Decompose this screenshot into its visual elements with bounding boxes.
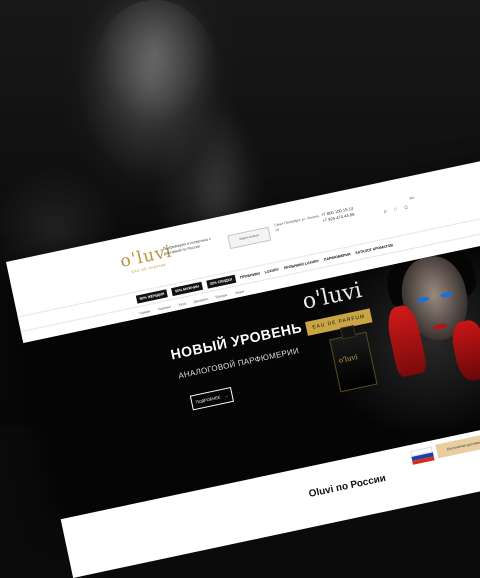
site-tagline: Парфюмерия и косметика с доставкой по Ро… [162,236,212,256]
nav-item-perfumery[interactable]: ПАРФЮМЕРИЯ [324,252,352,262]
delivery-heading: Oluvi по России [307,472,387,500]
subnav-item[interactable]: Скидки [139,309,150,315]
bottle-label: o'luvi [338,353,359,365]
russia-flag-icon [410,446,435,465]
search-icon[interactable]: ⌕ [383,209,388,217]
subnav-item[interactable]: Дешевле [194,296,209,303]
subnav-item[interactable]: Бренды [215,292,228,298]
subnav-item[interactable]: Хиты [178,301,187,307]
store-address: Санкт-Петербург, ул. Ленина, 14 [273,213,320,232]
phone-numbers: +7 800 100 15 14 +7 925 474 44 86 [321,206,355,225]
model-glove-right [448,317,480,384]
cart-icon[interactable]: ⌂ [404,204,409,212]
arrow-right-icon: → [223,392,229,399]
subnav-item[interactable]: Акции [235,289,245,295]
banner-cta-button[interactable]: ПОДРОБНЕЕ → [189,386,235,411]
header-icons: ⌕ ◌ ⌂ [383,204,408,216]
nav-item-luxury[interactable]: LUXURY [264,267,279,274]
user-icon[interactable]: ◌ [393,207,398,215]
cta-label: ПОДРОБНЕЕ [195,394,221,405]
nav-item-samples[interactable]: ПРОБНИКИ [240,272,261,280]
language-selector[interactable]: RU [409,196,415,201]
subnav-item[interactable]: Новинки [158,304,171,311]
bottle-cap [340,325,357,340]
ask-question-button[interactable]: Задать вопрос [227,226,272,250]
